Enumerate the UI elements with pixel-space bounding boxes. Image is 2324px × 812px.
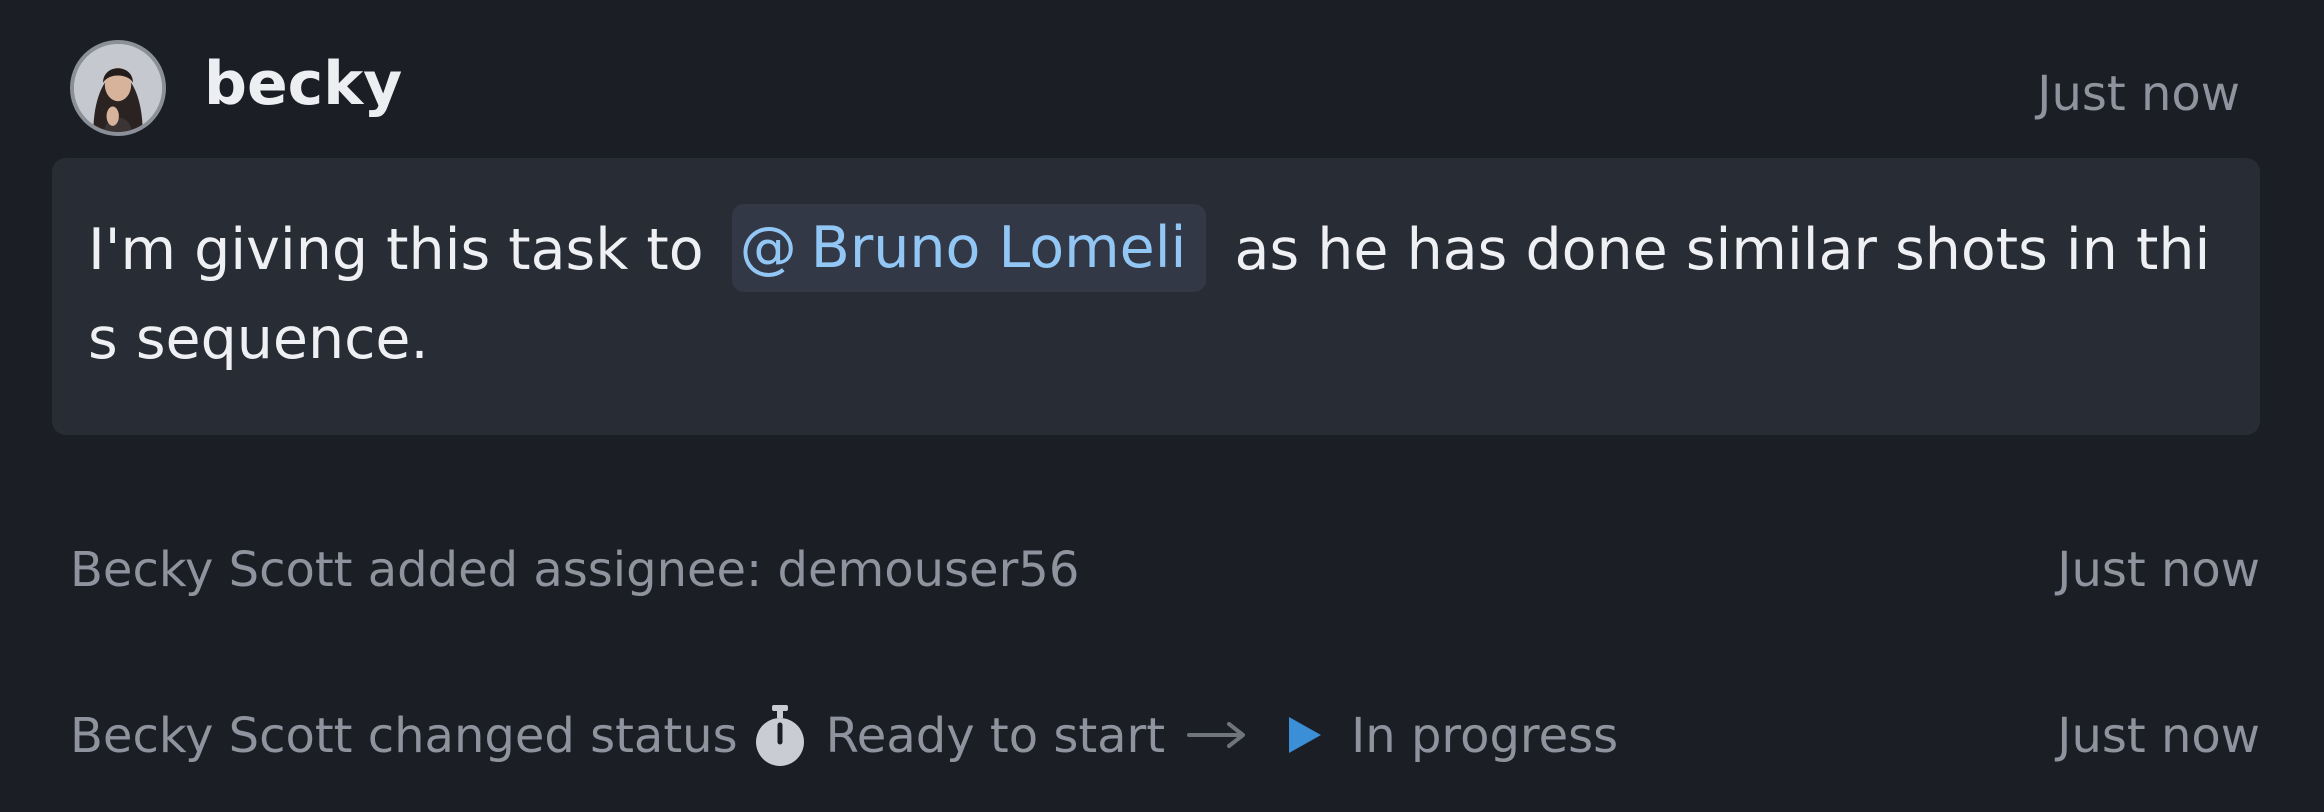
activity-item-assignee: Becky Scott added assignee: demouser56 J… xyxy=(70,540,2260,600)
avatar[interactable] xyxy=(70,40,166,136)
comment-text-before: I'm giving this task to xyxy=(88,217,704,283)
comment-body: I'm giving this task to @ Bruno Lomeli as… xyxy=(52,158,2260,435)
comment-timestamp: Just now xyxy=(2037,66,2240,122)
avatar-photo xyxy=(74,44,162,132)
activity-timestamp: Just now xyxy=(2057,542,2260,598)
comment-author[interactable]: becky xyxy=(204,54,402,114)
stopwatch-icon xyxy=(755,705,804,766)
mention-name: Bruno Lomeli xyxy=(810,215,1187,281)
comment-header: becky Just now xyxy=(70,40,2240,142)
play-icon xyxy=(1289,717,1322,753)
activity-item-status: Becky Scott changed status Ready to star… xyxy=(70,705,2260,771)
at-icon: @ xyxy=(739,215,797,281)
activity-text: Becky Scott changed status xyxy=(70,708,738,764)
arrow-right-icon xyxy=(1187,722,1246,748)
activity-timestamp: Just now xyxy=(2057,708,2260,764)
mention-chip[interactable]: @ Bruno Lomeli xyxy=(731,204,1207,292)
activity-text: Becky Scott added assignee: demouser56 xyxy=(70,542,1080,598)
status-to: In progress xyxy=(1351,708,1619,764)
status-from: Ready to start xyxy=(825,708,1166,764)
